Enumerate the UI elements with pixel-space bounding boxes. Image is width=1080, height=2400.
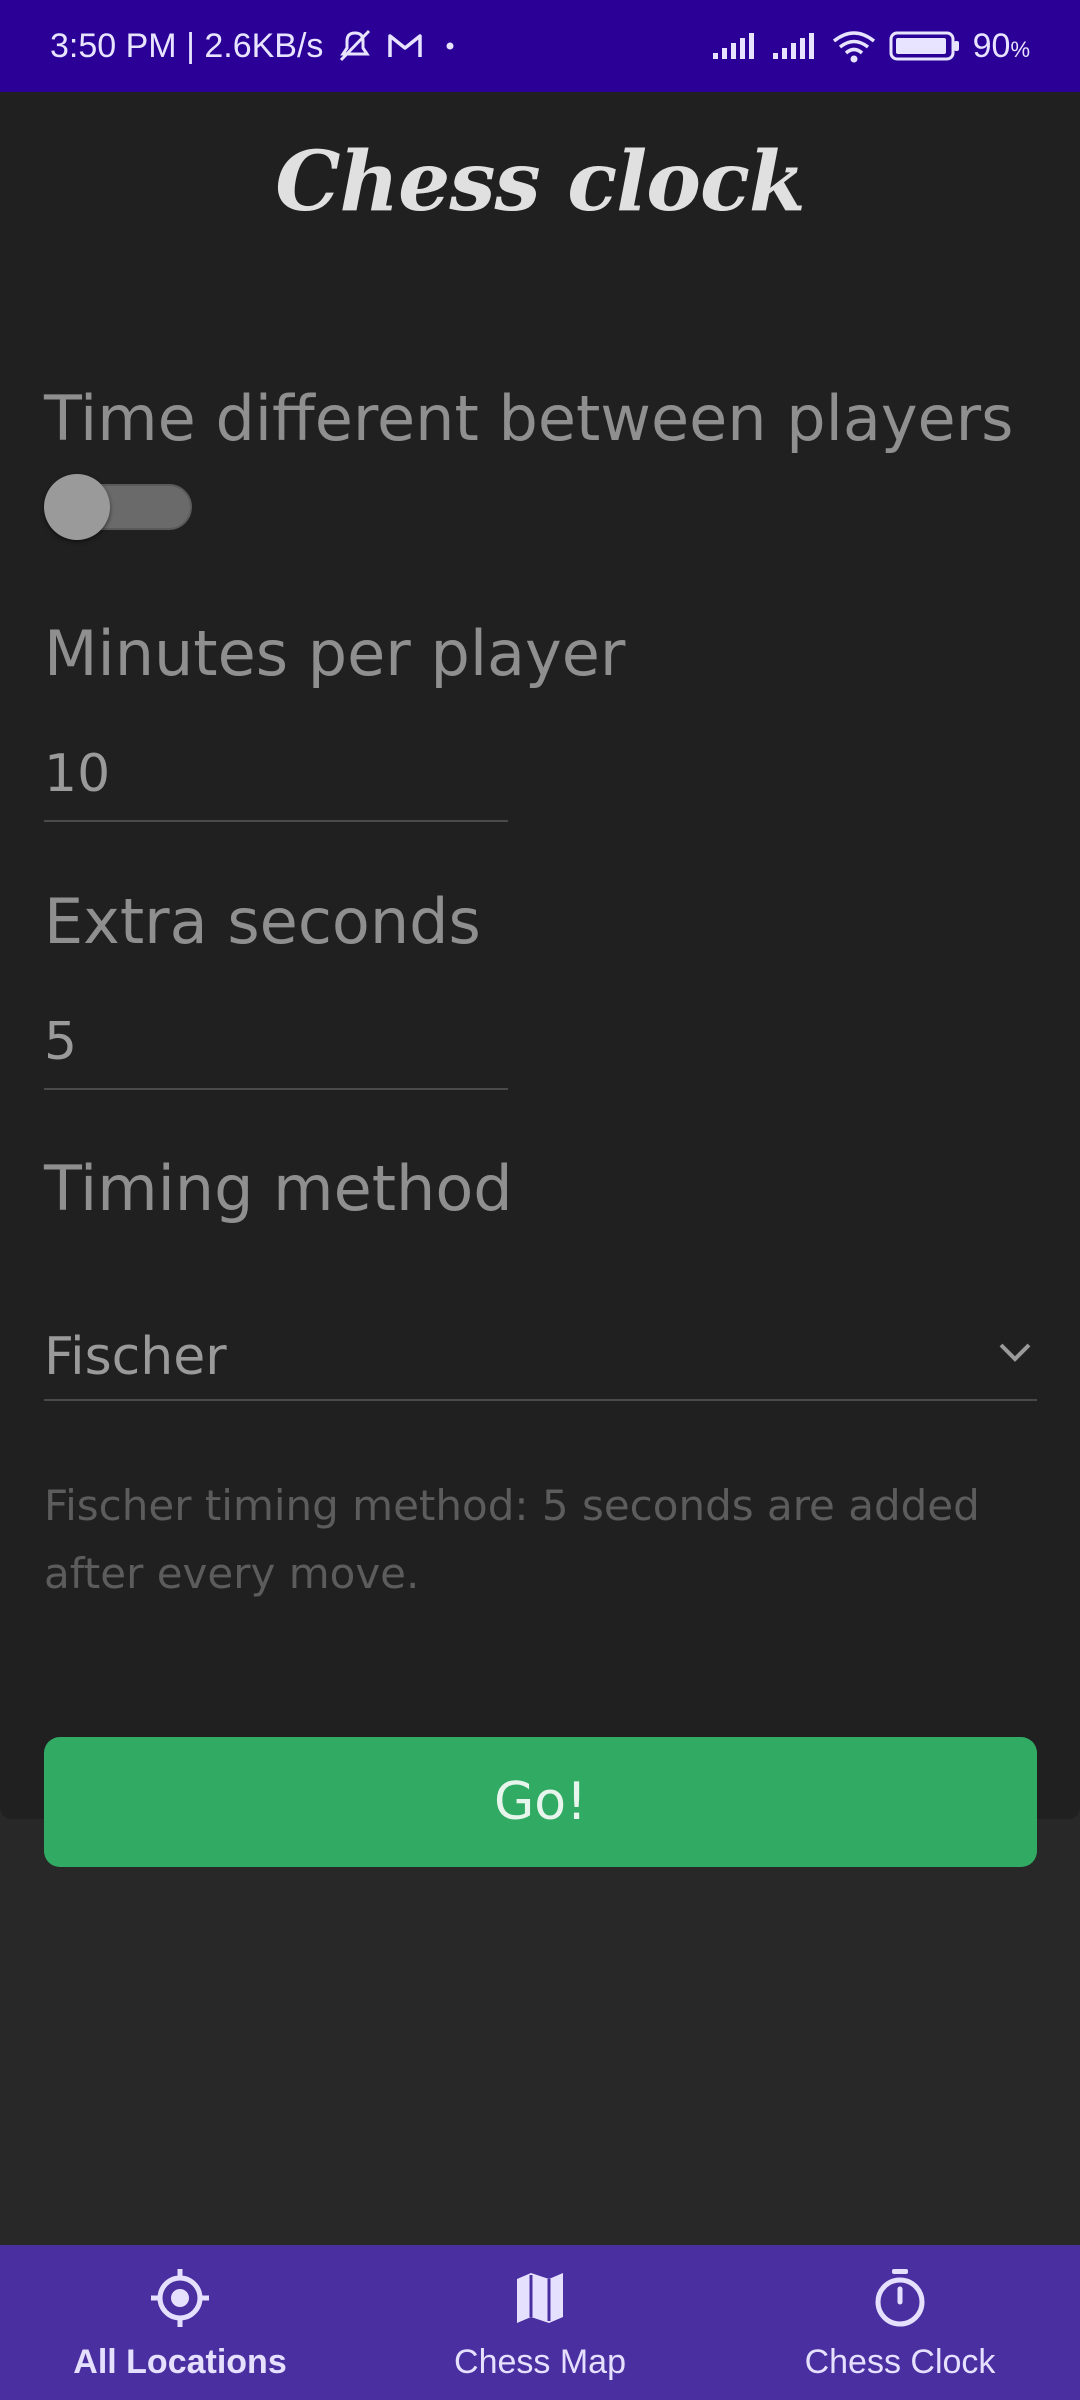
dot-icon <box>435 36 465 56</box>
nav-item-chess-map[interactable]: Chess Map <box>360 2245 720 2400</box>
nav-item-chess-clock[interactable]: Chess Clock <box>720 2245 1080 2400</box>
toggle-thumb <box>44 474 110 540</box>
dnd-off-icon <box>335 28 375 64</box>
minutes-input[interactable] <box>44 744 508 804</box>
status-left: 3:50 PM | 2.6KB/s <box>50 27 465 66</box>
map-icon <box>509 2267 571 2329</box>
minutes-field[interactable] <box>44 732 508 822</box>
signal-icon <box>711 31 759 61</box>
nav-label-chess-clock: Chess Clock <box>804 2343 996 2381</box>
timing-method-select[interactable]: Fischer <box>44 1307 1037 1401</box>
battery-icon <box>889 29 961 63</box>
nav-label-chess-map: Chess Map <box>454 2343 626 2381</box>
signal-icon <box>771 31 819 61</box>
nav-label-all-locations: All Locations <box>73 2343 287 2381</box>
gmail-icon <box>387 32 423 60</box>
bottom-nav: All Locations Chess Map Chess Clock <box>0 2245 1080 2400</box>
page-title: Chess clock <box>275 134 805 230</box>
status-bar: 3:50 PM | 2.6KB/s 90% <box>0 0 1080 92</box>
crosshair-icon <box>149 2267 211 2329</box>
extra-seconds-input[interactable] <box>44 1012 508 1072</box>
minutes-label: Minutes per player <box>44 617 626 690</box>
battery-level: 90 <box>972 26 1011 65</box>
status-time: 3:50 PM | 2.6KB/s <box>50 26 324 65</box>
extra-seconds-field[interactable] <box>44 1000 508 1090</box>
nav-item-all-locations[interactable]: All Locations <box>0 2245 360 2400</box>
time-diff-label: Time different between players <box>44 382 1014 455</box>
extra-seconds-label: Extra seconds <box>44 885 481 958</box>
chevron-down-icon <box>997 1341 1033 1365</box>
go-button[interactable]: Go! <box>44 1737 1037 1867</box>
time-diff-toggle[interactable] <box>44 474 192 540</box>
timing-method-value: Fischer <box>44 1327 227 1387</box>
timing-method-label: Timing method <box>44 1152 513 1225</box>
battery-unit: % <box>1010 36 1030 62</box>
settings-card: Chess clock Time different between playe… <box>0 92 1080 1867</box>
stopwatch-icon <box>869 2267 931 2329</box>
timing-helper-text: Fischer timing method: 5 seconds are add… <box>44 1481 980 1598</box>
status-right: 90% <box>711 27 1030 66</box>
wifi-icon <box>831 29 877 63</box>
